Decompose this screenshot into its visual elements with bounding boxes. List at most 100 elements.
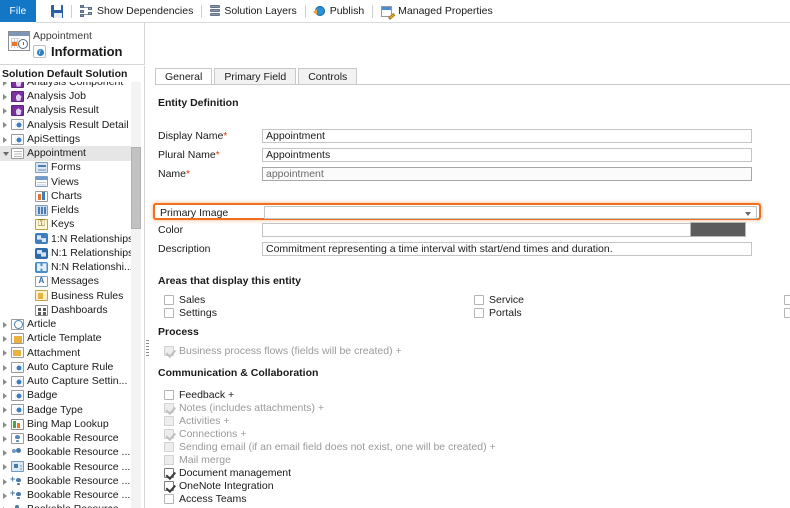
area-checkbox-0[interactable]: [784, 294, 790, 306]
twisty-spacer: [24, 289, 35, 303]
tree-item-analysis-job[interactable]: Analysis Job: [0, 89, 132, 103]
tree-item-views[interactable]: Views: [0, 175, 132, 189]
tree-item-fields[interactable]: Fields: [0, 203, 132, 217]
tab-controls[interactable]: Controls: [298, 68, 357, 85]
plural-name-input[interactable]: Appointments: [262, 148, 752, 162]
splitter-grip[interactable]: [146, 340, 149, 356]
tree-scrollbar[interactable]: [131, 82, 141, 508]
separator: [372, 5, 373, 18]
chevron-right-icon[interactable]: [0, 431, 11, 445]
chevron-right-icon[interactable]: [0, 360, 11, 374]
tree-item-forms[interactable]: Forms: [0, 161, 132, 175]
tab-general[interactable]: General: [155, 68, 212, 85]
chevron-right-icon[interactable]: [0, 332, 11, 346]
checkbox[interactable]: [164, 390, 174, 400]
area-checkbox-settings[interactable]: Settings: [164, 307, 217, 319]
solution-layers-button[interactable]: Solution Layers: [203, 0, 303, 22]
checkbox[interactable]: [164, 494, 174, 504]
publish-button[interactable]: Publish: [307, 0, 371, 22]
save-button[interactable]: [44, 0, 70, 22]
file-tab[interactable]: File: [0, 0, 36, 22]
solution-explorer-tree[interactable]: Analysis ComponentAnalysis JobAnalysis R…: [0, 82, 145, 508]
checkbox[interactable]: [474, 295, 484, 305]
tree-item-charts[interactable]: Charts: [0, 189, 132, 203]
tab-primary-field[interactable]: Primary Field: [214, 68, 296, 85]
tree-item-appointment[interactable]: Appointment: [0, 146, 132, 160]
tree-item-label: Bookable Resource ...: [27, 447, 130, 458]
description-input[interactable]: Commitment representing a time interval …: [262, 242, 752, 256]
separator: [305, 5, 306, 18]
chevron-right-icon[interactable]: [0, 346, 11, 360]
tree-item-badge[interactable]: Badge: [0, 389, 132, 403]
checkbox[interactable]: [474, 308, 484, 318]
chevron-right-icon[interactable]: [0, 317, 11, 331]
area-checkbox-service[interactable]: Service: [474, 294, 524, 306]
tree-item-n-n-relationshi[interactable]: N:N Relationshi...: [0, 260, 132, 274]
chevron-right-icon[interactable]: [0, 503, 11, 508]
tree-item-1-n-relationships[interactable]: 1:N Relationships: [0, 232, 132, 246]
tree-item-label: N:1 Relationships: [51, 248, 133, 259]
tree-item-keys[interactable]: Keys: [0, 218, 132, 232]
comm-checkbox-feedback[interactable]: Feedback +: [164, 389, 234, 401]
chevron-right-icon[interactable]: [0, 104, 11, 118]
tree-item-analysis-component[interactable]: Analysis Component: [0, 82, 132, 89]
comm-checkbox-access-teams[interactable]: Access Teams: [164, 493, 247, 505]
chevron-right-icon[interactable]: [0, 460, 11, 474]
chevron-right-icon[interactable]: [0, 89, 11, 103]
tree-item-attachment[interactable]: Attachment: [0, 346, 132, 360]
tree-item-auto-capture-settin[interactable]: Auto Capture Settin...: [0, 374, 132, 388]
managed-properties-button[interactable]: Managed Properties: [374, 0, 500, 22]
tree-scrollbar-thumb[interactable]: [131, 147, 141, 229]
chevron-right-icon[interactable]: [0, 389, 11, 403]
checkbox[interactable]: [784, 308, 790, 318]
checkbox[interactable]: [164, 468, 174, 478]
separator: [71, 5, 72, 18]
checkbox[interactable]: [164, 481, 174, 491]
tree-item-business-rules[interactable]: Business Rules: [0, 289, 132, 303]
tree-items: Analysis ComponentAnalysis JobAnalysis R…: [0, 82, 132, 508]
chevron-right-icon[interactable]: [0, 82, 11, 89]
chevron-right-icon[interactable]: [0, 374, 11, 388]
purple-icon: [11, 105, 24, 116]
tree-item-dashboards[interactable]: Dashboards: [0, 303, 132, 317]
chevron-right-icon[interactable]: [0, 417, 11, 431]
checkbox[interactable]: [784, 295, 790, 305]
comm-checkbox-document-management[interactable]: Document management: [164, 467, 291, 479]
color-label: Color: [158, 224, 262, 236]
chevron-right-icon[interactable]: [0, 403, 11, 417]
color-swatch[interactable]: [690, 222, 746, 237]
checkbox[interactable]: [164, 308, 174, 318]
tree-item-article-template[interactable]: Article Template: [0, 332, 132, 346]
chevron-right-icon[interactable]: [0, 132, 11, 146]
tree-item-bookable-resource[interactable]: Bookable Resource ...: [0, 446, 132, 460]
tree-item-bookable-resource[interactable]: Bookable Resource ...: [0, 488, 132, 502]
tree-item-article[interactable]: Article: [0, 317, 132, 331]
tree-item-bookable-resource[interactable]: Bookable Resource ...: [0, 460, 132, 474]
tree-item-label: ApiSettings: [27, 134, 80, 145]
area-checkbox-sales[interactable]: Sales: [164, 294, 205, 306]
area-checkbox-portals[interactable]: Portals: [474, 307, 522, 319]
color-input[interactable]: [262, 223, 692, 237]
chevron-down-icon[interactable]: [0, 146, 11, 160]
relnn-icon: [35, 262, 48, 273]
tree-item-bookable-resource[interactable]: Bookable Resource: [0, 431, 132, 445]
display-name-input[interactable]: Appointment: [262, 129, 752, 143]
tree-item-label: Auto Capture Settin...: [27, 376, 127, 387]
tree-item-bookable-resource[interactable]: Bookable Resource ...: [0, 474, 132, 488]
tree-item-messages[interactable]: Messages: [0, 275, 132, 289]
tree-item-auto-capture-rule[interactable]: Auto Capture Rule: [0, 360, 132, 374]
tree-item-bing-map-lookup[interactable]: Bing Map Lookup: [0, 417, 132, 431]
tree-item-analysis-result[interactable]: Analysis Result: [0, 104, 132, 118]
checkbox[interactable]: [164, 295, 174, 305]
chevron-right-icon[interactable]: [0, 118, 11, 132]
tree-item-bookable-resource[interactable]: Bookable Resource ...: [0, 503, 132, 508]
tree-item-badge-type[interactable]: Badge Type: [0, 403, 132, 417]
show-dependencies-button[interactable]: Show Dependencies: [73, 0, 200, 22]
chevron-right-icon[interactable]: [0, 446, 11, 460]
tree-item-apisettings[interactable]: ApiSettings: [0, 132, 132, 146]
comm-checkbox-onenote-integration[interactable]: OneNote Integration: [164, 480, 274, 492]
tree-item-n-1-relationships[interactable]: N:1 Relationships: [0, 246, 132, 260]
area-checkbox-1[interactable]: [784, 307, 790, 319]
primary-image-dropdown[interactable]: [264, 206, 757, 219]
tree-item-analysis-result-detail[interactable]: Analysis Result Detail: [0, 118, 132, 132]
